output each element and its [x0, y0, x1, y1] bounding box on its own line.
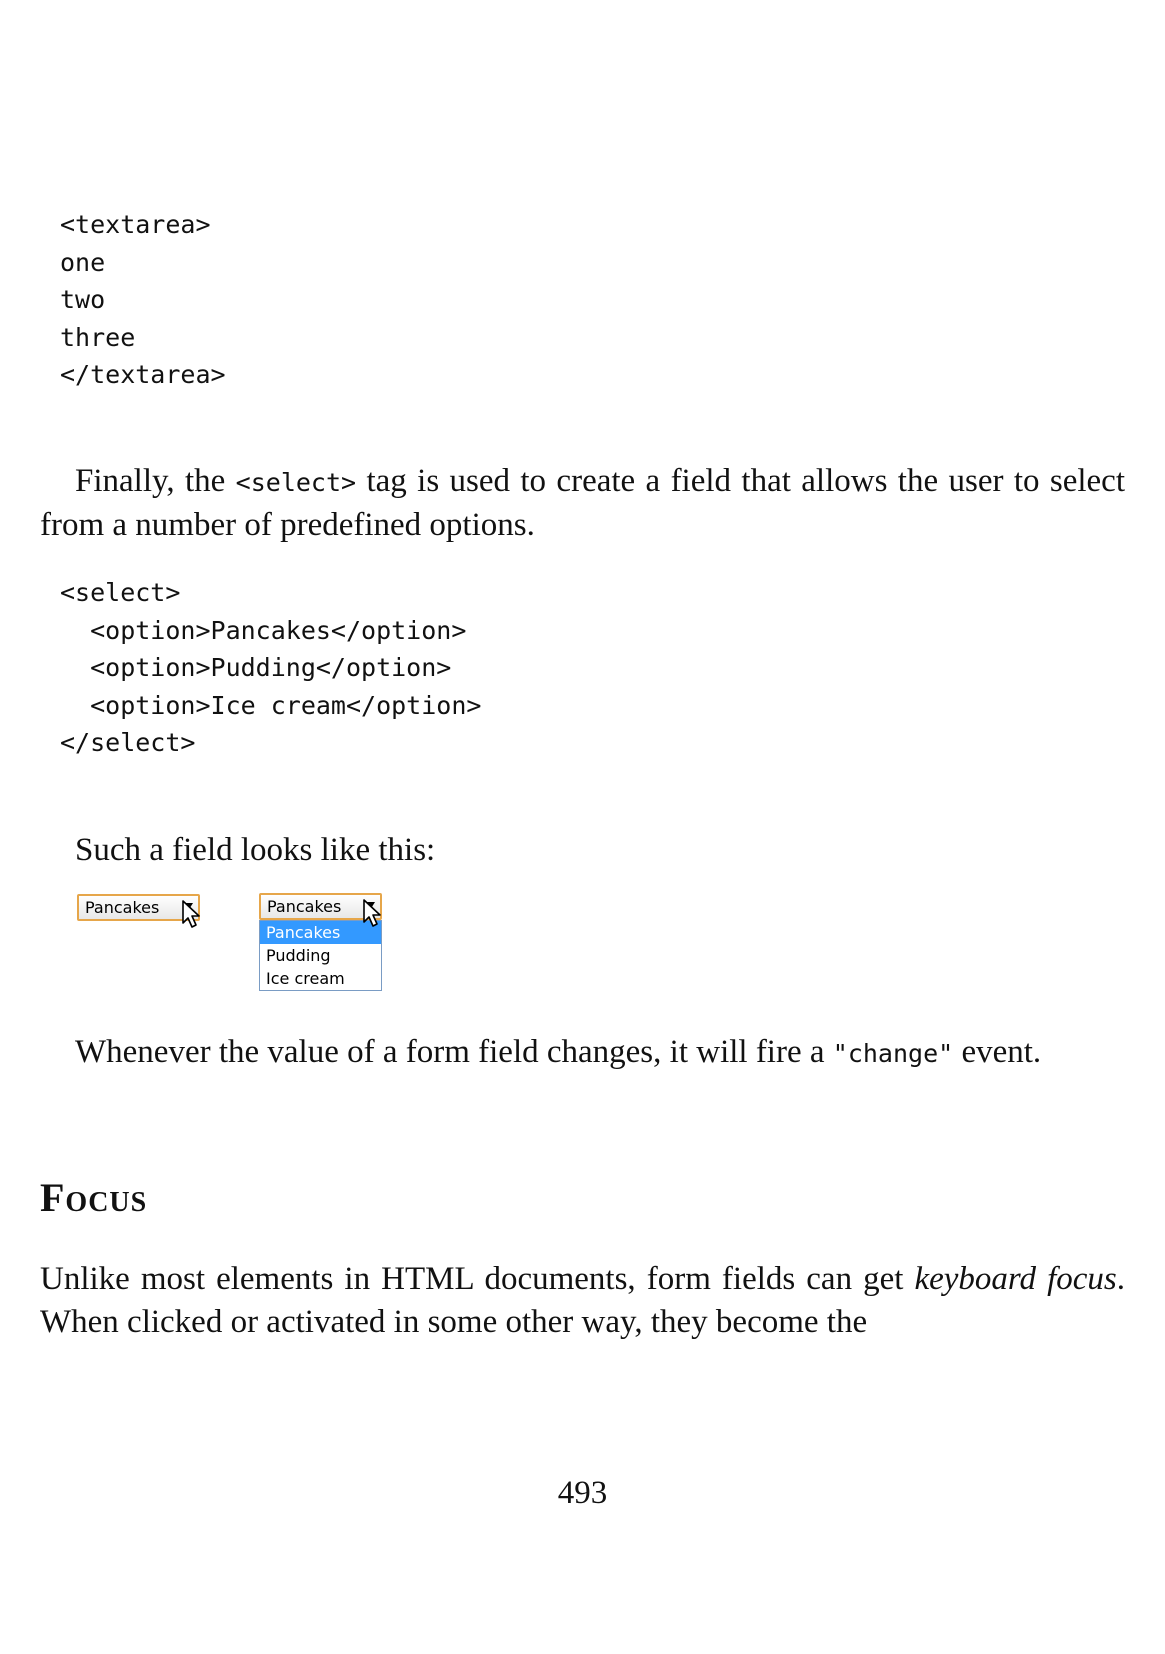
inline-code: <select> — [235, 468, 357, 497]
emphasis: keyboard focus — [914, 1261, 1117, 1297]
code-line: </select> — [60, 728, 196, 757]
code-line: <select> — [60, 578, 181, 607]
code-line: three — [60, 322, 136, 352]
code-line: <textarea> — [60, 210, 211, 239]
paragraph-looks-like: Such a field looks like this: — [75, 832, 436, 868]
inline-code: "change" — [832, 1039, 954, 1068]
page-number: 493 — [557, 1475, 608, 1511]
code-line: </textarea> — [60, 360, 226, 389]
paragraph-select-intro: Finally, the <select> tag is used to cre… — [40, 463, 1125, 543]
dropdown-options-list: Pancakes Pudding Ice cream — [259, 920, 382, 991]
code-line: <option>Ice cream</option> — [60, 690, 482, 720]
mouse-pointer-icon — [363, 899, 381, 927]
dropdown-option-ice-cream[interactable]: Ice cream — [260, 967, 381, 990]
dropdown-option-pudding[interactable]: Pudding — [260, 944, 381, 967]
select-value: Pancakes — [85, 898, 160, 917]
paragraph-focus: Unlike most elements in HTML documents, … — [40, 1261, 1125, 1340]
code-example-textarea: <textarea> one two three </textarea> — [60, 206, 226, 394]
select-value: Pancakes — [267, 897, 342, 916]
section-heading: Focus — [40, 1175, 148, 1220]
code-line: two — [60, 285, 106, 314]
mouse-pointer-icon — [182, 900, 200, 928]
code-line: one — [60, 247, 106, 277]
code-line: <option>Pudding</option> — [60, 653, 452, 682]
code-example-select: <select> <option>Pancakes</option> <opti… — [60, 574, 481, 762]
code-line: <option>Pancakes</option> — [60, 615, 467, 645]
paragraph-change-event: Whenever the value of a form field chang… — [75, 1034, 1042, 1070]
